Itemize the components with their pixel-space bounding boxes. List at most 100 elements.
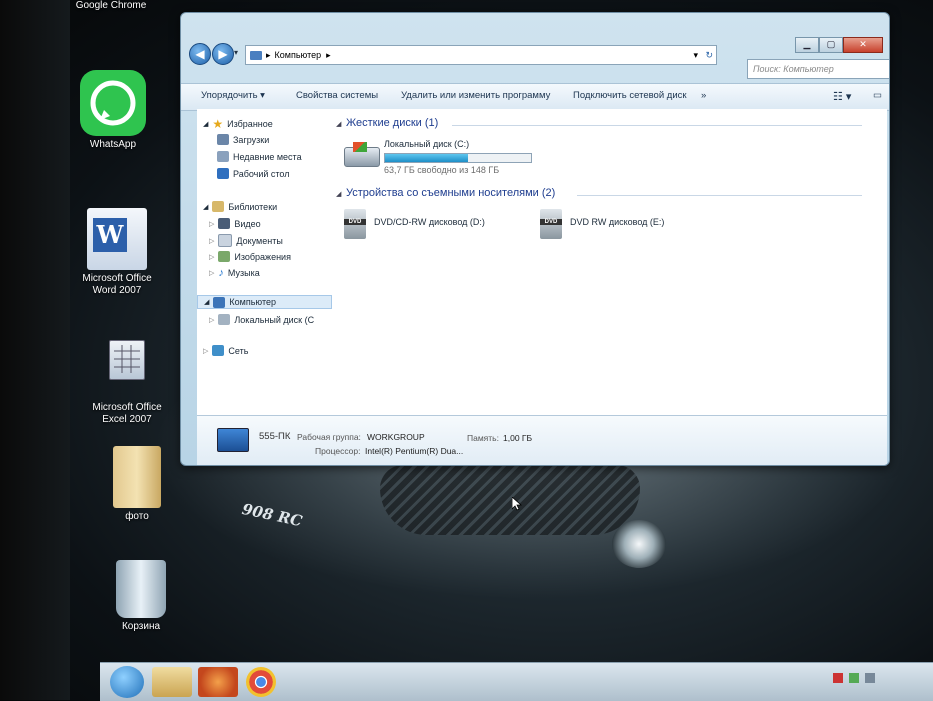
taskbar-explorer-icon[interactable] — [152, 667, 192, 697]
expand-arrow-icon[interactable]: ◢ — [204, 298, 209, 306]
nav-recent-places[interactable]: Недавние места — [217, 151, 302, 162]
refresh-icon[interactable]: ↻ — [705, 46, 713, 64]
downloads-folder-icon — [217, 134, 229, 145]
nav-documents[interactable]: ▷ Документы — [209, 234, 283, 247]
collapse-arrow-icon[interactable]: ▷ — [209, 237, 214, 245]
folder-icon — [113, 446, 161, 508]
taskbar-chrome-icon[interactable] — [246, 667, 276, 697]
cpu-value: Intel(R) Pentium(R) Dua... — [365, 446, 464, 456]
nav-libraries[interactable]: ◢ Библиотеки — [203, 201, 277, 212]
mouse-cursor-icon — [512, 497, 522, 511]
tray-icons[interactable] — [833, 673, 923, 689]
minimize-button[interactable]: ▁ — [795, 37, 819, 53]
nav-computer[interactable]: ◢ Компьютер — [197, 295, 332, 309]
nav-downloads[interactable]: Загрузки — [217, 134, 269, 145]
nav-pictures[interactable]: ▷ Изображения — [209, 251, 291, 262]
hard-drive-icon — [344, 142, 380, 167]
more-commands-button[interactable]: » — [701, 90, 706, 101]
libraries-icon — [212, 201, 225, 212]
recycle-bin-icon — [116, 560, 166, 618]
desktop-icon-word[interactable]: W Microsoft Office Word 2007 — [72, 208, 162, 297]
music-note-icon: ♪ — [218, 267, 224, 279]
preview-pane-icon[interactable]: ▭ — [873, 90, 882, 101]
drive-c-usage-fill — [385, 154, 469, 162]
address-bar[interactable]: ▸ Компьютер ▸ ▾ ↻ — [245, 45, 717, 65]
address-arrow-icon[interactable]: ▸ — [266, 46, 271, 64]
expand-arrow-icon[interactable]: ◢ — [203, 203, 208, 211]
nav-local-disk[interactable]: ▷ Локальный диск (C — [209, 314, 314, 325]
wallpaper-headlight — [612, 520, 666, 568]
wallpaper-grille — [380, 465, 640, 535]
recent-pages-dropdown-icon[interactable]: ▾ — [234, 48, 238, 57]
uninstall-program-button[interactable]: Удалить или изменить программу — [401, 90, 550, 101]
collapse-arrow-icon[interactable]: ▷ — [209, 269, 214, 277]
workgroup-label: Рабочая группа: — [297, 432, 361, 442]
memory-label: Память: — [467, 433, 499, 443]
command-bar: Упорядочить ▾ Свойства системы Удалить и… — [181, 83, 889, 111]
excel-icon — [109, 340, 145, 380]
address-dropdown-icon[interactable]: ▾ — [693, 46, 698, 64]
nav-network[interactable]: ▷ Сеть — [203, 345, 248, 356]
collapse-arrow-icon[interactable]: ▷ — [209, 316, 214, 324]
search-box[interactable]: Поиск: Компьютер ⌕ — [747, 59, 889, 79]
network-icon — [212, 345, 225, 356]
drive-e-label: DVD RW дисковод (E:) — [570, 217, 665, 227]
drive-d-label: DVD/CD-RW дисковод (D:) — [374, 217, 485, 227]
nav-desktop[interactable]: Рабочий стол — [217, 168, 290, 179]
nav-favorites[interactable]: ◢ ★ Избранное — [203, 117, 273, 131]
documents-library-icon — [218, 234, 233, 247]
drive-c-free-space: 63,7 ГБ свободно из 148 ГБ — [384, 165, 500, 175]
flag-icon[interactable] — [833, 673, 843, 683]
search-input[interactable]: Поиск: Компьютер — [753, 64, 834, 74]
maximize-button[interactable]: ▢ — [819, 37, 843, 53]
window-controls: ▁ ▢ ✕ — [795, 37, 883, 53]
close-button[interactable]: ✕ — [843, 37, 883, 53]
system-properties-button[interactable]: Свойства системы — [296, 90, 378, 101]
pictures-library-icon — [218, 251, 231, 262]
explorer-window[interactable]: ▁ ▢ ✕ ◀ ▶ ▾ ▸ Компьютер ▸ ▾ ↻ Поиск: Ком… — [180, 12, 890, 466]
desktop-icon-excel[interactable]: Microsoft Office Excel 2007 — [82, 340, 172, 426]
group-divider — [452, 125, 862, 126]
navigation-pane: ◢ ★ Избранное Загрузки Недавние места Ра… — [197, 109, 332, 415]
group-collapse-icon[interactable]: ◢ — [336, 190, 341, 198]
forward-button[interactable]: ▶ — [212, 43, 234, 65]
group-divider — [577, 195, 862, 196]
star-icon: ★ — [212, 117, 224, 131]
cpu-label: Процессор: — [315, 446, 361, 456]
video-library-icon — [218, 218, 231, 229]
memory-value: 1,00 ГБ — [503, 433, 533, 443]
start-button[interactable] — [110, 666, 144, 698]
computer-large-icon — [217, 428, 249, 452]
collapse-arrow-icon[interactable]: ▷ — [209, 253, 214, 261]
word-icon: W — [87, 208, 147, 270]
drive-e[interactable]: DVD DVD RW дисковод (E:) — [540, 209, 720, 241]
address-separator[interactable]: ▸ — [326, 46, 331, 64]
group-header-hard-disks[interactable]: Жесткие диски (1) — [346, 117, 438, 129]
nav-music[interactable]: ▷ ♪ Музыка — [209, 267, 260, 279]
drive-d[interactable]: DVD DVD/CD-RW дисковод (D:) — [344, 209, 524, 241]
desktop-icon-photo-folder[interactable]: фото — [92, 446, 182, 523]
address-crumb-computer[interactable]: Компьютер — [275, 46, 322, 64]
desktop-icon-recycle-bin[interactable]: Корзина — [96, 560, 186, 633]
drive-c-label: Локальный диск (C:) — [384, 139, 470, 149]
group-header-removable[interactable]: Устройства со съемными носителями (2) — [346, 187, 555, 199]
expand-arrow-icon[interactable]: ◢ — [203, 120, 208, 128]
dvd-drive-icon: DVD — [344, 209, 366, 239]
monitor-bezel — [0, 0, 70, 700]
desktop-icon-whatsapp[interactable]: WhatsApp — [68, 70, 158, 151]
nav-video[interactable]: ▷ Видео — [209, 218, 261, 229]
recent-places-icon — [217, 151, 229, 162]
map-network-drive-button[interactable]: Подключить сетевой диск — [573, 90, 687, 101]
battery-icon[interactable] — [849, 673, 859, 683]
collapse-arrow-icon[interactable]: ▷ — [209, 220, 214, 228]
desktop-icon-chrome[interactable]: Google Chrome — [66, 0, 156, 12]
drive-c[interactable]: Локальный диск (C:) 63,7 ГБ свободно из … — [344, 139, 544, 179]
back-button[interactable]: ◀ — [189, 43, 211, 65]
network-tray-icon[interactable] — [865, 673, 875, 683]
taskbar-media-player-icon[interactable] — [198, 667, 238, 697]
group-collapse-icon[interactable]: ◢ — [336, 120, 341, 128]
organize-button[interactable]: Упорядочить ▾ — [201, 90, 265, 101]
view-options-icon[interactable]: ☷ ▾ — [833, 90, 851, 103]
details-pane: 555-ПК Рабочая группа: WORKGROUP Память:… — [197, 415, 887, 465]
collapse-arrow-icon[interactable]: ▷ — [203, 347, 208, 355]
